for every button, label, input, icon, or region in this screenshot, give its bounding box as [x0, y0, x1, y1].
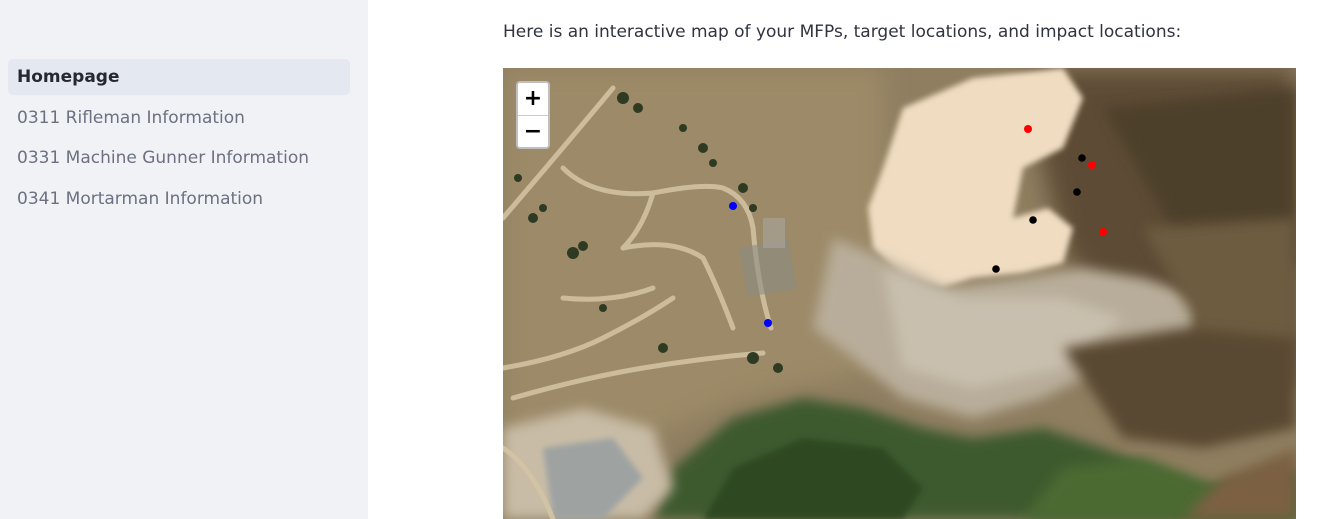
- mfp-marker: [764, 319, 772, 327]
- intro-text: Here is an interactive map of your MFPs,…: [503, 22, 1182, 42]
- nav-item-mortarman[interactable]: 0341 Mortarman Information: [8, 181, 350, 217]
- sidebar: Homepage 0311 Rifleman Information 0331 …: [0, 0, 368, 519]
- satellite-imagery[interactable]: [503, 68, 1296, 519]
- nav-item-machine-gunner[interactable]: 0331 Machine Gunner Information: [8, 140, 350, 176]
- target-marker: [1024, 125, 1032, 133]
- sidebar-nav: Homepage 0311 Rifleman Information 0331 …: [8, 59, 350, 221]
- zoom-control: + −: [516, 81, 550, 149]
- interactive-map[interactable]: + −: [503, 68, 1296, 519]
- nav-item-rifleman[interactable]: 0311 Rifleman Information: [8, 100, 350, 136]
- mfp-marker: [729, 202, 737, 210]
- nav-item-homepage[interactable]: Homepage: [8, 59, 350, 95]
- impact-marker: [1078, 154, 1086, 162]
- main-content: Here is an interactive map of your MFPs,…: [368, 0, 1320, 519]
- impact-marker: [1029, 216, 1037, 224]
- impact-marker: [1073, 188, 1081, 196]
- zoom-out-button[interactable]: −: [518, 116, 548, 148]
- zoom-in-button[interactable]: +: [518, 83, 548, 116]
- target-marker: [1088, 161, 1096, 169]
- target-marker: [1099, 228, 1107, 236]
- impact-marker: [992, 265, 1000, 273]
